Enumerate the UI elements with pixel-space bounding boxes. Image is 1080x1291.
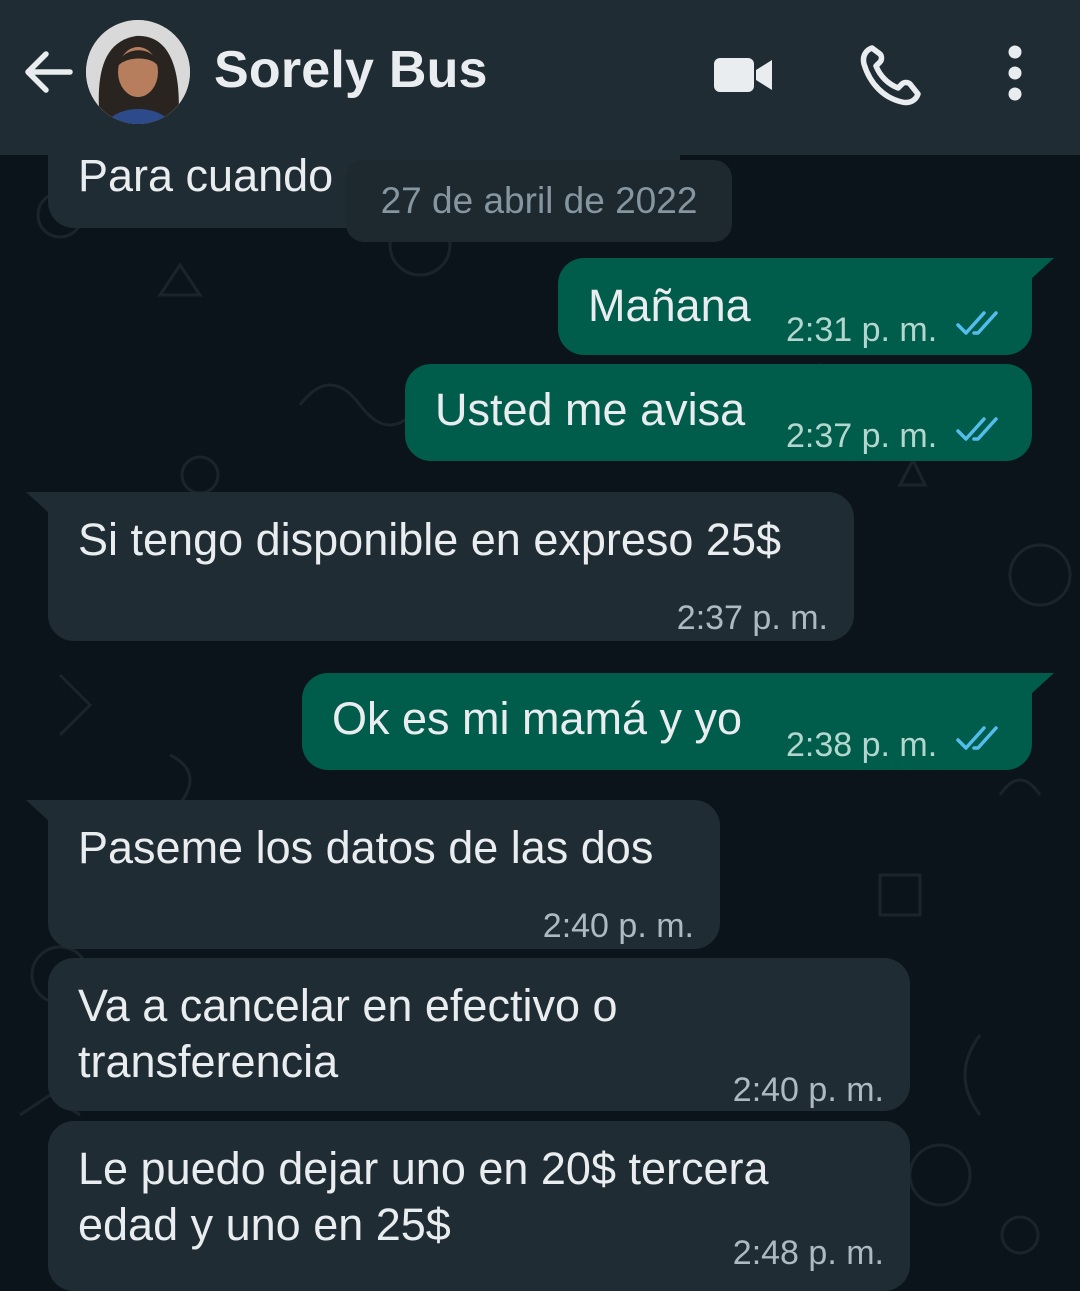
message-text: Paseme los datos de las dos xyxy=(78,822,654,873)
more-vertical-icon xyxy=(1008,45,1022,101)
message-time: 2:31 p. m. xyxy=(786,311,938,349)
message-text-line: edad y uno en 25$ xyxy=(78,1199,451,1250)
message-text: Para cuando xyxy=(78,150,334,201)
contact-name[interactable]: Sorely Bus xyxy=(214,40,488,100)
phone-icon xyxy=(860,45,921,106)
video-call-button[interactable] xyxy=(708,40,778,110)
contact-avatar[interactable] xyxy=(86,20,190,124)
back-button[interactable] xyxy=(18,42,78,102)
message-outgoing[interactable]: Mañana 2:31 p. m. xyxy=(558,258,1032,355)
date-separator: 27 de abril de 2022 xyxy=(346,160,732,242)
bubble-tail xyxy=(26,800,50,822)
bubble-tail xyxy=(26,492,50,514)
message-time: 2:48 p. m. xyxy=(732,1234,884,1272)
message-text-line: Le puedo dejar uno en 20$ tercera xyxy=(78,1143,769,1194)
voice-call-button[interactable] xyxy=(854,40,924,110)
message-incoming[interactable]: Si tengo disponible en expreso 25$ 2:37 … xyxy=(48,492,854,641)
message-time: 2:40 p. m. xyxy=(732,1071,884,1109)
message-text: Si tengo disponible en expreso 25$ xyxy=(78,514,782,565)
message-time: 2:38 p. m. xyxy=(786,726,938,764)
message-time: 2:37 p. m. xyxy=(786,417,938,455)
message-outgoing[interactable]: Usted me avisa 2:37 p. m. xyxy=(405,364,1032,461)
bubble-tail xyxy=(1030,258,1054,280)
read-receipt-icon xyxy=(956,311,998,335)
video-camera-icon xyxy=(714,58,772,92)
message-outgoing[interactable]: Ok es mi mamá y yo 2:38 p. m. xyxy=(302,673,1032,770)
bubble-tail xyxy=(1030,673,1054,695)
message-time: 2:40 p. m. xyxy=(542,907,694,945)
more-options-button[interactable] xyxy=(980,40,1050,110)
chat-header: Sorely Bus xyxy=(0,0,1080,155)
message-incoming[interactable]: Va a cancelar en efectivo o transferenci… xyxy=(48,958,910,1111)
message-text: Usted me avisa xyxy=(435,384,746,435)
message-text: Mañana xyxy=(588,280,751,331)
message-text-line: Va a cancelar en efectivo o xyxy=(78,980,618,1031)
back-arrow-icon xyxy=(25,51,73,93)
message-text: Ok es mi mamá y yo xyxy=(332,693,743,744)
message-time: 2:37 p. m. xyxy=(676,599,828,637)
read-receipt-icon xyxy=(956,726,998,750)
message-incoming[interactable]: Paseme los datos de las dos 2:40 p. m. xyxy=(48,800,720,949)
message-text-line: transferencia xyxy=(78,1036,339,1087)
read-receipt-icon xyxy=(956,417,998,441)
